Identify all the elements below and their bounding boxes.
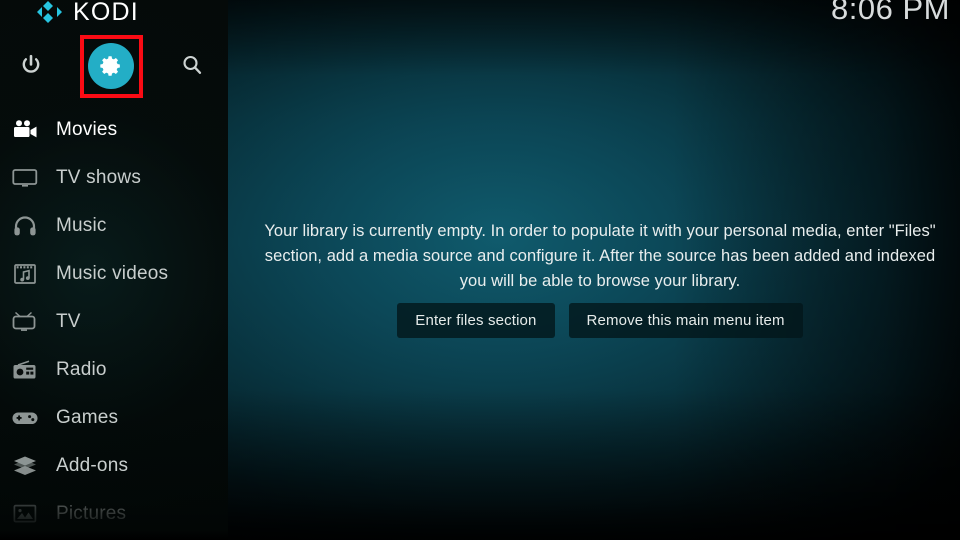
sidebar-item-add-ons[interactable]: Add-ons xyxy=(0,442,228,490)
sidebar-item-pictures[interactable]: Pictures xyxy=(0,490,228,538)
sidebar-item-games[interactable]: Games xyxy=(0,394,228,442)
status-clock: 8:06 PM xyxy=(831,0,950,26)
radio-icon xyxy=(8,357,42,383)
retro-tv-icon xyxy=(8,309,42,335)
sidebar-item-label: Radio xyxy=(56,359,107,380)
main-menu-list: Movies TV shows Music Music videos TV Ra… xyxy=(0,106,228,538)
picture-icon xyxy=(8,501,42,527)
power-button[interactable] xyxy=(11,45,51,85)
sidebar-item-label: TV xyxy=(56,311,81,332)
sidebar-item-label: Movies xyxy=(56,119,118,140)
app-logo: KODI xyxy=(34,0,139,28)
sidebar-item-tv-shows[interactable]: TV shows xyxy=(0,154,228,202)
sidebar-item-label: Games xyxy=(56,407,119,428)
sidebar-item-tv[interactable]: TV xyxy=(0,298,228,346)
television-icon xyxy=(8,165,42,191)
gamepad-icon xyxy=(8,405,42,431)
remove-main-menu-item-button[interactable]: Remove this main menu item xyxy=(568,303,803,338)
sidebar-item-label: TV shows xyxy=(56,167,142,188)
power-icon xyxy=(22,54,40,73)
sidebar-item-music-videos[interactable]: Music videos xyxy=(0,250,228,298)
sidebar-item-label: Add-ons xyxy=(56,455,129,476)
kodi-logo-icon xyxy=(37,1,62,23)
settings-button[interactable] xyxy=(88,43,134,89)
sidebar-item-label: Music xyxy=(56,215,107,236)
sidebar-item-music[interactable]: Music xyxy=(0,202,228,250)
gear-icon xyxy=(100,56,120,76)
sidebar-item-label: Pictures xyxy=(56,503,127,524)
movie-camera-icon xyxy=(8,117,42,143)
sidebar-item-label: Music videos xyxy=(56,263,169,284)
search-button[interactable] xyxy=(172,45,212,85)
headphones-icon xyxy=(8,213,42,239)
enter-files-section-button[interactable]: Enter files section xyxy=(397,303,555,338)
empty-library-message: Your library is currently empty. In orde… xyxy=(264,222,936,290)
sidebar-item-movies[interactable]: Movies xyxy=(0,106,228,154)
app-name: KODI xyxy=(73,0,139,26)
film-strip-note-icon xyxy=(8,261,42,287)
addon-box-icon xyxy=(8,453,42,479)
action-button-row: Enter files section Remove this main men… xyxy=(256,303,944,338)
kodi-home-screen: KODI 8:06 PM Movies TV shows Music Music… xyxy=(0,0,960,540)
search-icon xyxy=(183,55,202,74)
sidebar-item-radio[interactable]: Radio xyxy=(0,346,228,394)
